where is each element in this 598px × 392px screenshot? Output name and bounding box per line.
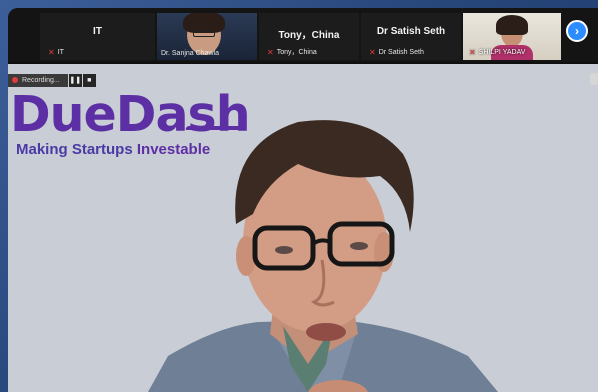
next-page-button[interactable]: › (566, 20, 588, 42)
logo-underline (184, 126, 243, 130)
tagline: Making Startups Investable (16, 141, 211, 158)
participant-strip: IT ✕ IT Dr. Sanjna Chawla Tony，China ✕ T… (8, 8, 598, 62)
participant-tile-sanjna[interactable]: Dr. Sanjna Chawla (157, 13, 257, 60)
pause-recording-button[interactable]: ❚❚ (68, 73, 82, 87)
mic-muted-icon: ✕ (48, 48, 55, 57)
participant-tile-satish[interactable]: Dr Satish Seth ✕ Dr Satish Seth (361, 13, 461, 60)
stop-recording-button[interactable]: ■ (82, 73, 96, 87)
duedash-logo: DueDash (10, 86, 251, 143)
mouth-shape (306, 323, 346, 341)
participant-tile-it[interactable]: IT ✕ IT (40, 13, 155, 60)
participant-label: ✕ SHILPI YADAV (469, 48, 526, 57)
mic-muted-icon: ✕ (267, 47, 274, 57)
stop-icon: ■ (87, 76, 92, 84)
participant-display-name: IT (93, 26, 102, 37)
participant-display-name: Dr Satish Seth (376, 26, 446, 37)
recording-dot-icon (12, 77, 18, 83)
recording-bar: Recording... ❚❚ ■ (8, 73, 96, 87)
participant-label: Dr. Sanjna Chawla (161, 50, 219, 57)
mic-muted-icon: ✕ (369, 48, 376, 57)
active-speaker-video: DueDash Making Startups Investable Recor… (8, 64, 598, 392)
mic-muted-icon: ✕ (469, 48, 476, 57)
meeting-window: IT ✕ IT Dr. Sanjna Chawla Tony，China ✕ T… (8, 8, 598, 392)
pause-icon: ❚❚ (69, 77, 82, 84)
participant-tile-shilpi[interactable]: ✕ SHILPI YADAV (463, 13, 561, 60)
participant-label: ✕ Dr Satish Seth (369, 48, 424, 57)
recording-indicator: Recording... (8, 73, 68, 87)
participant-display-name: Tony，China (278, 30, 340, 41)
participant-label: ✕ Tony，China (267, 47, 317, 57)
view-options-button[interactable] (590, 73, 598, 85)
participant-tile-tony[interactable]: Tony，China ✕ Tony，China (259, 13, 359, 60)
participant-label: ✕ IT (48, 48, 64, 57)
chevron-right-icon: › (575, 24, 579, 38)
glasses-icon (193, 31, 215, 37)
